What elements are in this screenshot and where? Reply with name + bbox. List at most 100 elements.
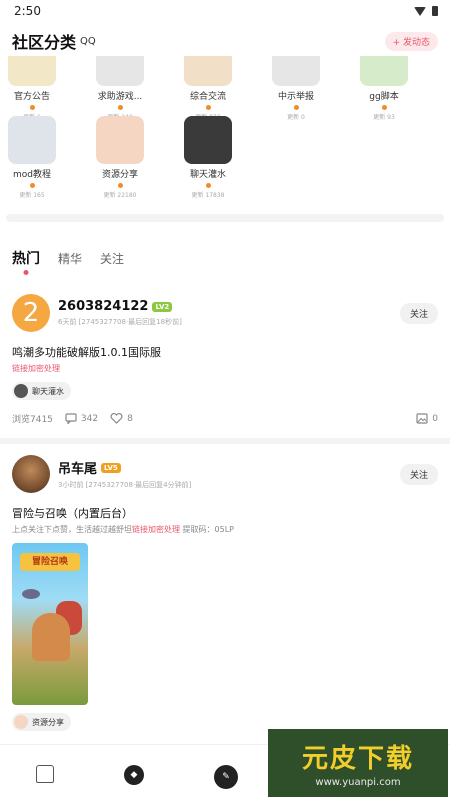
views-count: 浏览7415 — [12, 415, 53, 425]
images-stat: 0 — [416, 413, 438, 424]
tag-label: 聊天灌水 — [32, 386, 64, 396]
category-name: 求助游戏... — [97, 92, 143, 102]
category-thumbnail — [96, 56, 144, 86]
category-name: mod教程 — [13, 170, 51, 180]
nav-discover[interactable]: ◆ — [124, 765, 144, 785]
author-block: 2603824122 LV2 6天前 [2745327708·最后回复18秒前] — [58, 299, 400, 327]
category-name: 综合交流 — [189, 92, 226, 102]
title-wrap: 社区分类 QQ — [12, 29, 96, 53]
update-dot-icon — [205, 183, 211, 188]
watermark-title: 元皮下载 — [301, 744, 414, 774]
author-line: 吊车尾 LV5 — [58, 458, 400, 477]
tab-featured[interactable]: 精华 — [58, 250, 82, 267]
category-thumbnail — [272, 56, 320, 86]
post-card[interactable]: 吊车尾 LV5 3小时前 [2745327708·最后回复4分钟前] 关注 冒险… — [0, 455, 450, 733]
watermark-logo: 元皮下载 www.yuanpi.com — [268, 729, 448, 797]
level-badge: LV5 — [101, 462, 121, 473]
category-item[interactable]: gg脚本 更新 93 — [354, 56, 414, 121]
category-count: 更新 0 — [287, 114, 305, 121]
post-subtitle: 上点关注下点赞，生活越过越舒坦链接加密处理 提取码：05LP — [12, 524, 438, 535]
post-header: 吊车尾 LV5 3小时前 [2745327708·最后回复4分钟前] 关注 — [12, 455, 438, 493]
category-item[interactable]: 中示举报 更新 0 — [266, 56, 326, 121]
tag-thumbnail — [14, 715, 28, 729]
images-count: 0 — [432, 413, 438, 424]
post-subtitle-prefix: 上点关注下点赞，生活越过越舒坦 — [12, 525, 132, 534]
level-badge: LV2 — [152, 301, 173, 312]
category-item[interactable]: 求助游戏... 更新 240 — [90, 56, 150, 121]
post-header: 2 2603824122 LV2 6天前 [2745327708·最后回复18秒… — [12, 294, 438, 332]
category-name: 官方公告 — [13, 92, 50, 102]
author-name[interactable]: 吊车尾 — [58, 458, 97, 477]
post-card[interactable]: 2 2603824122 LV2 6天前 [2745327708·最后回复18秒… — [0, 294, 450, 425]
category-item[interactable]: 综合交流 更新 872 — [178, 56, 238, 121]
category-tag[interactable]: 聊天灌水 — [12, 382, 71, 400]
author-line: 2603824122 LV2 — [58, 299, 400, 314]
post-image[interactable]: 冒险召唤 — [12, 543, 88, 705]
section-divider — [6, 214, 444, 222]
battery-icon — [432, 6, 438, 16]
nav-home[interactable] — [36, 765, 54, 783]
author-block: 吊车尾 LV5 3小时前 [2745327708·最后回复4分钟前] — [58, 458, 400, 490]
post-title[interactable]: 冒险与召唤（内置后台） — [12, 505, 438, 521]
tag-thumbnail — [14, 384, 28, 398]
status-time: 2:50 — [14, 4, 41, 18]
category-count: 更新 93 — [373, 114, 395, 121]
game-art-bird — [22, 589, 40, 599]
category-item[interactable]: 资源分享 更新 22180 — [90, 116, 150, 199]
category-count: 更新 22180 — [103, 192, 137, 199]
category-tag[interactable]: 资源分享 — [12, 713, 71, 731]
update-dot-icon — [117, 105, 123, 110]
status-bar: 2:50 — [0, 0, 450, 22]
tab-following[interactable]: 关注 — [100, 250, 124, 267]
category-name: gg脚本 — [369, 92, 399, 102]
tag-label: 资源分享 — [32, 717, 64, 727]
category-name: 聊天灌水 — [189, 170, 226, 180]
update-dot-icon — [117, 183, 123, 188]
category-count: 更新 17838 — [191, 192, 225, 199]
heart-icon — [110, 413, 123, 424]
pencil-icon: ✎ — [214, 765, 238, 789]
new-post-button[interactable]: + 发动态 — [384, 31, 438, 51]
avatar[interactable]: 2 — [12, 294, 50, 332]
category-thumbnail — [8, 116, 56, 164]
author-name[interactable]: 2603824122 — [58, 299, 148, 314]
category-item[interactable]: mod教程 更新 165 — [2, 116, 62, 199]
page-title: 社区分类 — [12, 33, 77, 52]
category-name: 资源分享 — [101, 170, 138, 180]
likes-stat[interactable]: 8 — [110, 413, 133, 424]
category-thumbnail — [360, 56, 408, 86]
follow-button[interactable]: 关注 — [399, 302, 438, 324]
category-thumbnail — [8, 56, 56, 86]
category-thumbnail — [184, 56, 232, 86]
follow-button[interactable]: 关注 — [399, 463, 438, 485]
encrypted-link[interactable]: 链接加密处理 — [132, 525, 180, 534]
update-dot-icon — [293, 105, 299, 110]
home-icon — [36, 765, 54, 783]
header: 社区分类 QQ + 发动态 — [0, 26, 450, 56]
post-stats: 浏览7415 342 8 0 — [12, 412, 438, 425]
category-item[interactable]: 官方公告 更新 6 — [2, 56, 62, 121]
game-art-hero — [32, 613, 70, 661]
category-item[interactable]: 聊天灌水 更新 17838 — [178, 116, 238, 199]
update-dot-icon — [205, 105, 211, 110]
category-name: 中示举报 — [277, 92, 314, 102]
category-thumbnail — [184, 116, 232, 164]
avatar[interactable] — [12, 455, 50, 493]
views-stat: 浏览7415 — [12, 412, 53, 425]
comments-count: 342 — [80, 413, 99, 424]
update-dot-icon — [29, 183, 35, 188]
comment-icon — [65, 413, 77, 424]
comments-stat[interactable]: 342 — [65, 413, 98, 424]
tab-hot[interactable]: 热门 — [12, 248, 40, 275]
watermark-url: www.yuanpi.com — [315, 777, 401, 788]
update-dot-icon — [29, 105, 35, 110]
tab-label: 热门 — [12, 251, 40, 267]
post-meta: 3小时前 [2745327708·最后回复4分钟前] — [58, 481, 192, 489]
category-thumbnail — [96, 116, 144, 164]
post-separator — [0, 438, 450, 444]
wifi-icon — [414, 6, 426, 16]
post-title[interactable]: 鸣潮多功能破解版1.0.1国际服 — [12, 344, 438, 360]
encrypted-link[interactable]: 链接加密处理 — [12, 364, 60, 373]
nav-write[interactable]: ✎ — [214, 765, 238, 789]
game-logo: 冒险召唤 — [20, 553, 80, 571]
